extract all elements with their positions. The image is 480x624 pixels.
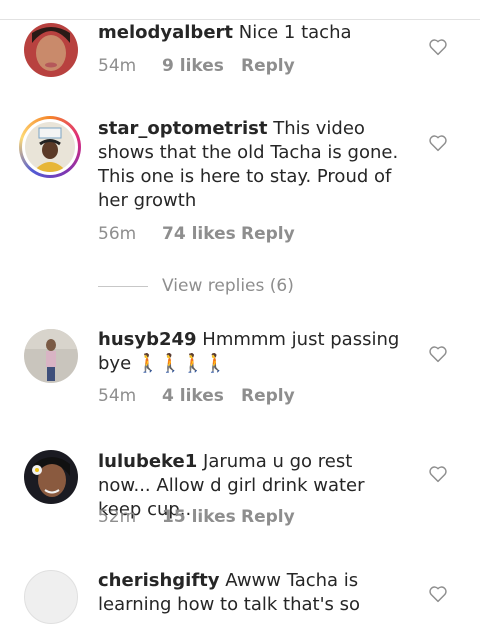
avatar[interactable] <box>24 329 78 383</box>
heart-icon[interactable] <box>428 38 448 56</box>
comment-username[interactable]: lulubeke1 <box>98 451 197 472</box>
comment-body: cherishgifty Awww Tacha is learning how … <box>98 569 410 617</box>
comment-meta: 56m 74 likes Reply <box>98 224 295 244</box>
reply-button[interactable]: Reply <box>241 507 295 527</box>
heart-icon[interactable] <box>428 345 448 363</box>
comment-likes[interactable]: 15 likes <box>162 507 241 527</box>
reply-button[interactable]: Reply <box>241 386 295 406</box>
walking-person-emoji: 🚶🚶🚶🚶 <box>136 353 227 374</box>
top-bar <box>0 0 480 20</box>
view-replies-divider <box>98 285 148 287</box>
comment-body: star_optometrist This video shows that t… <box>98 117 410 213</box>
comment-likes[interactable]: 74 likes <box>162 224 241 244</box>
comment-meta: 52m 15 likes Reply <box>98 507 295 527</box>
avatar[interactable] <box>24 23 78 77</box>
comment-time: 54m <box>98 56 137 76</box>
avatar-image <box>24 450 78 504</box>
avatar-image <box>25 122 75 172</box>
comment-username[interactable]: melodyalbert <box>98 22 233 43</box>
comment-meta: 54m 9 likes Reply <box>98 56 295 76</box>
avatar[interactable] <box>24 570 78 624</box>
view-replies-button[interactable]: View replies (6) <box>98 276 294 296</box>
comment-username[interactable]: cherishgifty <box>98 570 220 591</box>
avatar[interactable] <box>24 450 78 504</box>
comment-body: husyb249 Hmmmm just passing bye 🚶🚶🚶🚶 <box>98 328 410 376</box>
comment-username[interactable]: husyb249 <box>98 329 197 350</box>
comment-likes[interactable]: 4 likes <box>162 386 241 406</box>
avatar-image <box>24 329 78 383</box>
comment-text: Nice 1 tacha <box>238 22 352 43</box>
comment-body: melodyalbert Nice 1 tacha <box>98 21 410 45</box>
reply-button[interactable]: Reply <box>241 56 295 76</box>
avatar-image <box>24 23 78 77</box>
heart-icon[interactable] <box>428 465 448 483</box>
avatar[interactable] <box>19 116 81 178</box>
view-replies-label: View replies (6) <box>162 276 294 296</box>
heart-icon[interactable] <box>428 585 448 603</box>
comment-likes[interactable]: 9 likes <box>162 56 241 76</box>
comment-time: 52m <box>98 507 137 527</box>
reply-button[interactable]: Reply <box>241 224 295 244</box>
heart-icon[interactable] <box>428 134 448 152</box>
comment-time: 54m <box>98 386 137 406</box>
comment-meta: 54m 4 likes Reply <box>98 386 295 406</box>
comment-time: 56m <box>98 224 137 244</box>
comment-username[interactable]: star_optometrist <box>98 118 268 139</box>
